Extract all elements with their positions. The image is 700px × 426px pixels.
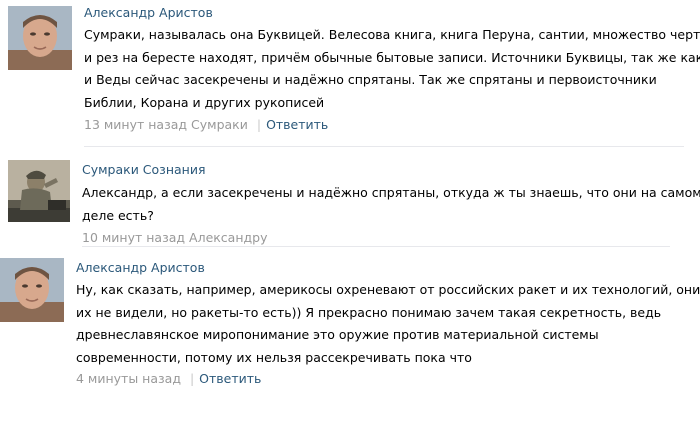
comment-3: Александр Аристов Ну, как сказать, напри… — [0, 250, 700, 400]
comment-meta: 4 минуты назад | Ответить — [76, 370, 261, 387]
comment-author-link[interactable]: Александр Аристов — [76, 259, 205, 276]
comment-text: Александр, а если засекречены и надёжно … — [82, 182, 700, 227]
meta-separator: | — [256, 117, 262, 132]
reply-button[interactable]: Ответить — [199, 371, 261, 386]
comment-text-line: деле есть? — [82, 207, 154, 223]
comment-1: Александр Аристов Сумраки, называлась он… — [0, 0, 700, 150]
comment-time[interactable]: 4 минуты назад — [76, 371, 181, 386]
comment-time[interactable]: 10 минут назад — [82, 230, 185, 245]
comment-time[interactable]: 13 минут назад — [84, 117, 187, 132]
comment-divider — [82, 246, 670, 247]
avatar[interactable] — [8, 160, 70, 222]
comment-text-line: их не видели, но ракеты-то есть)) Я прек… — [76, 304, 662, 320]
comment-text-line: и рез на бересте находят, причём обычные… — [84, 49, 700, 65]
avatar[interactable] — [8, 6, 72, 70]
comment-meta: 10 минут назад Александру — [82, 229, 268, 246]
user-avatar-icon — [8, 6, 72, 70]
comment-author-link[interactable]: Сумраки Сознания — [82, 161, 205, 178]
comment-text-line: Ну, как сказать, например, америкосы охр… — [76, 282, 700, 297]
comment-text-line: Сумраки, называлась она Буквицей. Велесо… — [84, 27, 700, 42]
comment-text-line: и Веды сейчас засекречены и надёжно спря… — [84, 72, 657, 87]
comment-text-line: современности, потому их нельзя рассекре… — [76, 349, 472, 365]
comment-text: Ну, как сказать, например, америкосы охр… — [76, 279, 700, 369]
user-avatar-icon — [0, 258, 64, 322]
comment-text-line: древнеславянское миропонимание это оружи… — [76, 327, 599, 342]
user-avatar-icon — [8, 160, 70, 222]
reply-to-link[interactable]: Александру — [189, 230, 267, 245]
avatar[interactable] — [0, 258, 64, 322]
comment-text: Сумраки, называлась она Буквицей. Велесо… — [84, 24, 700, 114]
comment-author-link[interactable]: Александр Аристов — [84, 4, 213, 21]
comment-meta: 13 минут назад Сумраки | Ответить — [84, 116, 328, 133]
meta-separator: | — [189, 371, 195, 386]
comment-text-line: Александр, а если засекречены и надёжно … — [82, 185, 700, 200]
comment-text-line: Библии, Корана и других рукописей — [84, 94, 325, 110]
comment-divider — [84, 146, 684, 147]
reply-button[interactable]: Ответить — [266, 117, 328, 132]
reply-to-link[interactable]: Сумраки — [191, 117, 248, 132]
comment-2: Сумраки Сознания Александр, а если засек… — [0, 150, 700, 246]
